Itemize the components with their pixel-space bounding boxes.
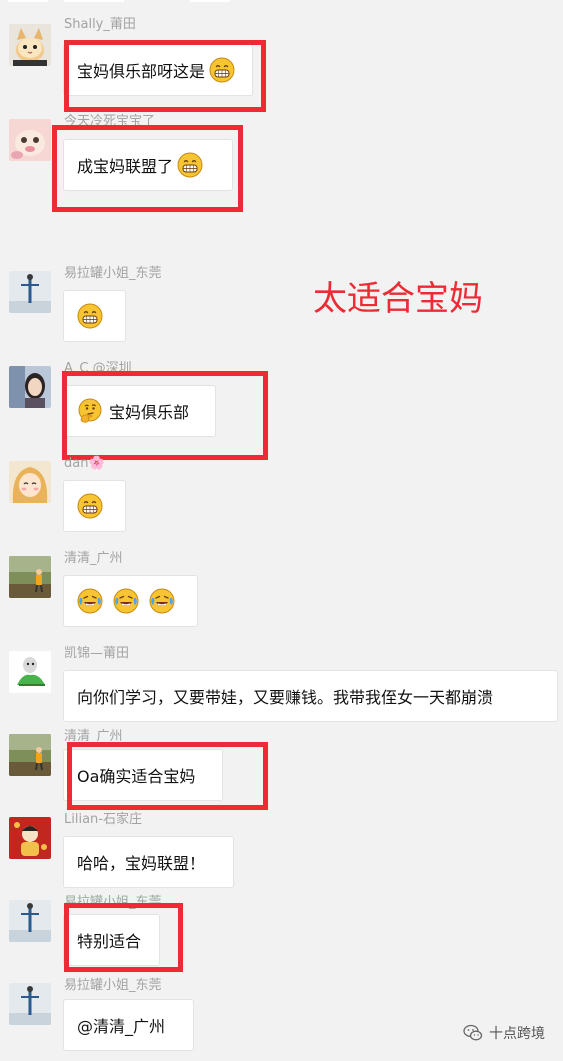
highlight-box xyxy=(62,371,268,460)
woman-avatar[interactable] xyxy=(9,366,51,408)
highlight-box xyxy=(52,125,243,212)
message-text: 向你们学习，又要带娃，又要赚钱。我带我侄女一天都崩溃 xyxy=(77,688,494,707)
message-bubble[interactable] xyxy=(63,290,126,342)
grin-emoji-icon xyxy=(77,303,103,329)
crying-laughing-emoji-icon xyxy=(113,588,139,614)
yoga-avatar[interactable] xyxy=(9,983,51,1025)
cartoon-avatar[interactable] xyxy=(9,651,51,693)
highlight-box xyxy=(67,742,268,810)
sender-nickname: 清清_广州 xyxy=(64,551,123,566)
sender-nickname: Lilian-石家庄 xyxy=(64,812,142,827)
message-bubble[interactable] xyxy=(63,575,198,627)
highlight-box xyxy=(64,903,183,972)
message-bubble[interactable]: @清清_广州 xyxy=(63,999,194,1051)
message-bubble[interactable] xyxy=(63,480,126,532)
watermark-text: 十点跨境 xyxy=(489,1026,545,1042)
sender-nickname: 易拉罐小姐_东莞 xyxy=(64,978,162,993)
message-bubble[interactable]: 哈哈，宝妈联盟！ xyxy=(63,836,234,888)
yoga-avatar[interactable] xyxy=(9,900,51,942)
sender-nickname: Shally_莆田 xyxy=(64,17,136,32)
anime-girl-avatar[interactable] xyxy=(9,461,51,503)
watermark: 十点跨境 xyxy=(463,1023,545,1043)
sender-nickname: 凯锦—莆田 xyxy=(64,646,130,661)
grin-emoji-icon xyxy=(77,493,103,519)
child-avatar[interactable] xyxy=(9,556,51,598)
highlight-box xyxy=(64,40,266,112)
top-divider xyxy=(0,0,563,5)
message-text: @清清_广州 xyxy=(77,1017,166,1036)
yoga-avatar[interactable] xyxy=(9,271,51,313)
crying-laughing-emoji-icon xyxy=(77,588,103,614)
crying-laughing-emoji-icon xyxy=(149,588,175,614)
festive-avatar[interactable] xyxy=(9,817,51,859)
wechat-logo-icon xyxy=(463,1023,483,1043)
sender-nickname: 易拉罐小姐_东莞 xyxy=(64,266,162,281)
message-bubble[interactable]: 向你们学习，又要带娃，又要赚钱。我带我侄女一天都崩溃 xyxy=(63,670,558,722)
message-text: 哈哈，宝妈联盟！ xyxy=(77,854,206,873)
child-avatar[interactable] xyxy=(9,734,51,776)
sender-nickname: dan🌸 xyxy=(64,456,105,471)
overlay-caption: 太适合宝妈 xyxy=(313,279,483,319)
cat-avatar[interactable] xyxy=(9,24,51,66)
kitten-avatar[interactable] xyxy=(9,119,51,161)
